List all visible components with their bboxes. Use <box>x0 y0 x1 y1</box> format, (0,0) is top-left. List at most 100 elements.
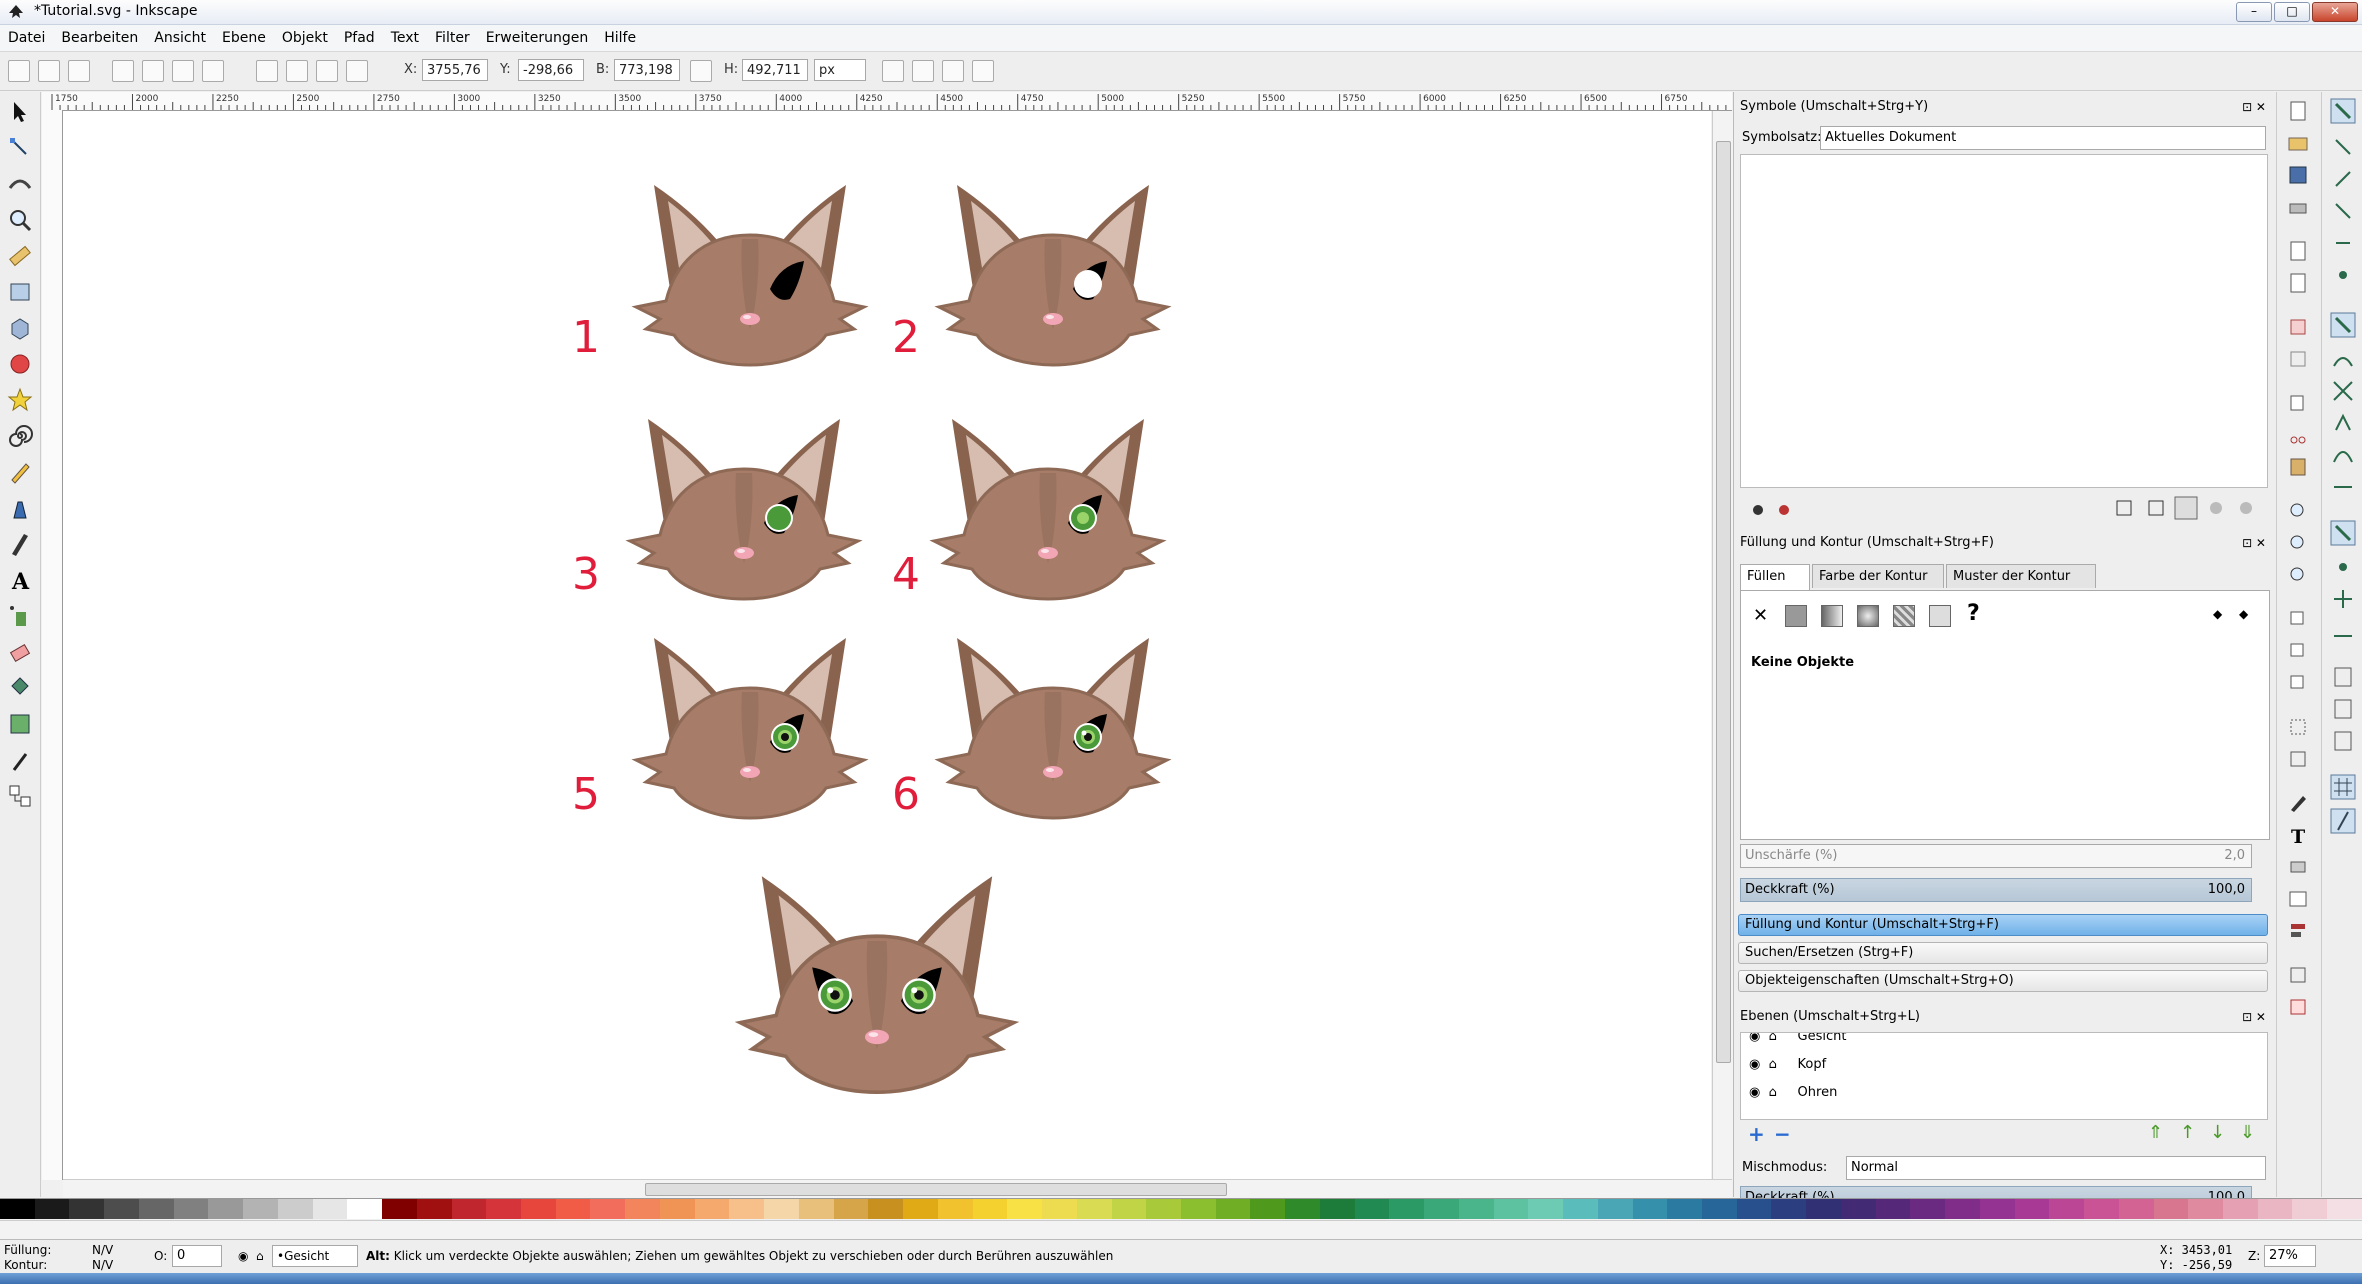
flip-horizontal-icon[interactable] <box>172 60 194 82</box>
cat-face-final[interactable] <box>732 869 1022 1109</box>
lock-icon[interactable]: ⌂ <box>1769 1033 1777 1044</box>
snap-bbox-midpoint-icon[interactable] <box>2330 230 2356 256</box>
print-icon[interactable] <box>2287 196 2309 218</box>
palette-swatch[interactable] <box>1250 1199 1286 1219</box>
redo-icon[interactable] <box>2287 348 2309 370</box>
remove-symbol-icon[interactable] <box>1774 498 1794 518</box>
ungroup-icon[interactable] <box>2287 748 2309 770</box>
palette-swatch[interactable] <box>833 1199 869 1219</box>
cat-face-5[interactable] <box>630 632 870 832</box>
import-icon[interactable] <box>2287 240 2309 262</box>
menu-ebene[interactable]: Ebene <box>214 25 274 46</box>
menu-ansicht[interactable]: Ansicht <box>146 25 214 46</box>
palette-swatch[interactable] <box>138 1199 174 1219</box>
cat-face-4[interactable] <box>928 413 1168 613</box>
palette-swatch[interactable] <box>382 1199 417 1219</box>
height-input[interactable]: 492,711 <box>742 59 808 81</box>
snap-cusp-nodes-icon[interactable] <box>2330 410 2356 436</box>
layers-list[interactable]: ◉ ⌂ Gesicht ◉ ⌂ Kopf ◉ ⌂ Ohren <box>1740 1032 2268 1120</box>
palette-swatch[interactable] <box>416 1199 452 1219</box>
y-input[interactable]: -298,66 <box>518 59 584 81</box>
object-properties-collapsed-tab[interactable]: Objekteigenschaften (Umschalt+Strg+O) <box>1738 970 2268 992</box>
palette-swatch[interactable] <box>1424 1199 1459 1219</box>
palette-swatch[interactable] <box>937 1199 973 1219</box>
palette-swatch[interactable] <box>1701 1199 1737 1219</box>
gradient-tool-icon[interactable] <box>6 710 34 738</box>
maximize-button[interactable]: □ <box>2274 2 2310 22</box>
paint-bucket-tool-icon[interactable] <box>6 674 34 702</box>
flip-vertical-icon[interactable] <box>202 60 224 82</box>
palette-swatch[interactable] <box>1632 1199 1668 1219</box>
menu-objekt[interactable]: Objekt <box>274 25 336 46</box>
fill-stroke-collapsed-tab[interactable]: Füllung und Kontur (Umschalt+Strg+F) <box>1738 914 2268 936</box>
palette-swatch[interactable] <box>1458 1199 1494 1219</box>
rotate-ccw-icon[interactable] <box>112 60 134 82</box>
palette-swatch[interactable] <box>625 1199 660 1219</box>
zoom-page-icon[interactable] <box>2287 564 2309 586</box>
palette-swatch[interactable] <box>1042 1199 1077 1219</box>
lock-ratio-icon[interactable] <box>690 60 712 82</box>
palette-swatch[interactable] <box>521 1199 556 1219</box>
palette-swatch[interactable] <box>243 1199 278 1219</box>
add-layer-icon[interactable]: + <box>1748 1122 1765 1146</box>
palette-swatch[interactable] <box>1563 1199 1598 1219</box>
palette-swatch[interactable] <box>1285 1199 1320 1219</box>
snap-rotation-center-icon[interactable] <box>2330 586 2356 612</box>
zoom-input[interactable]: 27% <box>2264 1245 2316 1267</box>
raise-layer-icon[interactable]: ↑ <box>2180 1122 2195 1143</box>
raise-to-top-icon[interactable] <box>256 60 278 82</box>
palette-swatch[interactable] <box>1736 1199 1772 1219</box>
palette-swatch[interactable] <box>1875 1199 1911 1219</box>
symbols-list[interactable] <box>1740 154 2268 488</box>
pen-tool-icon[interactable] <box>6 494 34 522</box>
unlink-clone-icon[interactable] <box>2287 672 2309 694</box>
palette-swatch[interactable] <box>1007 1199 1043 1219</box>
snap-others-icon[interactable] <box>2330 520 2356 546</box>
snap-object-center-icon[interactable] <box>2330 554 2356 580</box>
palette-swatch[interactable] <box>0 1199 35 1219</box>
opacity-slider[interactable]: Deckkraft (%) 100,0 <box>1740 878 2252 902</box>
snap-intersections-icon[interactable] <box>2330 378 2356 404</box>
cut-icon[interactable] <box>2287 424 2309 446</box>
lower-layer-icon[interactable]: ↓ <box>2210 1122 2225 1143</box>
calligraphy-tool-icon[interactable] <box>6 530 34 558</box>
no-paint-icon[interactable]: ✕ <box>1753 605 1768 626</box>
open-icon[interactable] <box>2287 132 2309 154</box>
palette-swatch[interactable] <box>104 1199 139 1219</box>
cat-face-6[interactable] <box>933 632 1173 832</box>
layer-lock-icon[interactable]: ⌂ <box>256 1249 264 1263</box>
palette-swatch[interactable] <box>1806 1199 1841 1219</box>
blur-slider[interactable]: Unschärfe (%) 2,0 <box>1740 844 2252 868</box>
fill-stroke-panel-header[interactable]: Füllung und Kontur (Umschalt+Strg+F) ⊡ ✕ <box>1736 532 2274 554</box>
palette-swatch[interactable] <box>590 1199 626 1219</box>
palette-swatch[interactable] <box>69 1199 105 1219</box>
palette-swatch[interactable] <box>764 1199 799 1219</box>
grid-view-icon[interactable] <box>2114 498 2134 518</box>
spiral-tool-icon[interactable] <box>6 422 34 450</box>
snap-smooth-nodes-icon[interactable] <box>2330 442 2356 468</box>
palette-swatch[interactable] <box>208 1199 244 1219</box>
menu-datei[interactable]: Datei <box>0 25 53 46</box>
lock-icon[interactable]: ⌂ <box>1769 1057 1777 1072</box>
close-icon[interactable]: ⊡ ✕ <box>2242 1006 2266 1028</box>
star-tool-icon[interactable] <box>6 386 34 414</box>
layer-row[interactable]: ◉ ⌂ Gesicht <box>1749 1033 2267 1051</box>
palette-swatch[interactable] <box>312 1199 348 1219</box>
cat-face-1[interactable] <box>630 179 870 379</box>
close-icon[interactable]: ⊡ ✕ <box>2242 96 2266 118</box>
palette-swatch[interactable] <box>1945 1199 1980 1219</box>
palette-swatch[interactable] <box>2327 1199 2362 1219</box>
palette-swatch[interactable] <box>2084 1199 2119 1219</box>
menu-erweiterungen[interactable]: Erweiterungen <box>478 25 597 46</box>
drawing-canvas[interactable]: 1 2 3 4 5 6 <box>63 111 1711 1179</box>
status-opacity-input[interactable]: 0 <box>172 1245 222 1267</box>
tab-fill[interactable]: Füllen <box>1740 564 1810 590</box>
dropper-tool-icon[interactable] <box>6 746 34 774</box>
current-layer-select[interactable]: •Gesicht <box>272 1245 358 1267</box>
snap-grid-icon[interactable] <box>2330 774 2356 800</box>
palette-swatch[interactable] <box>2188 1199 2223 1219</box>
canvas-horizontal-scrollbar[interactable] <box>63 1179 1732 1198</box>
palette-swatch[interactable] <box>347 1199 383 1219</box>
tweak-tool-icon[interactable] <box>6 170 34 198</box>
palette-swatch[interactable] <box>451 1199 487 1219</box>
